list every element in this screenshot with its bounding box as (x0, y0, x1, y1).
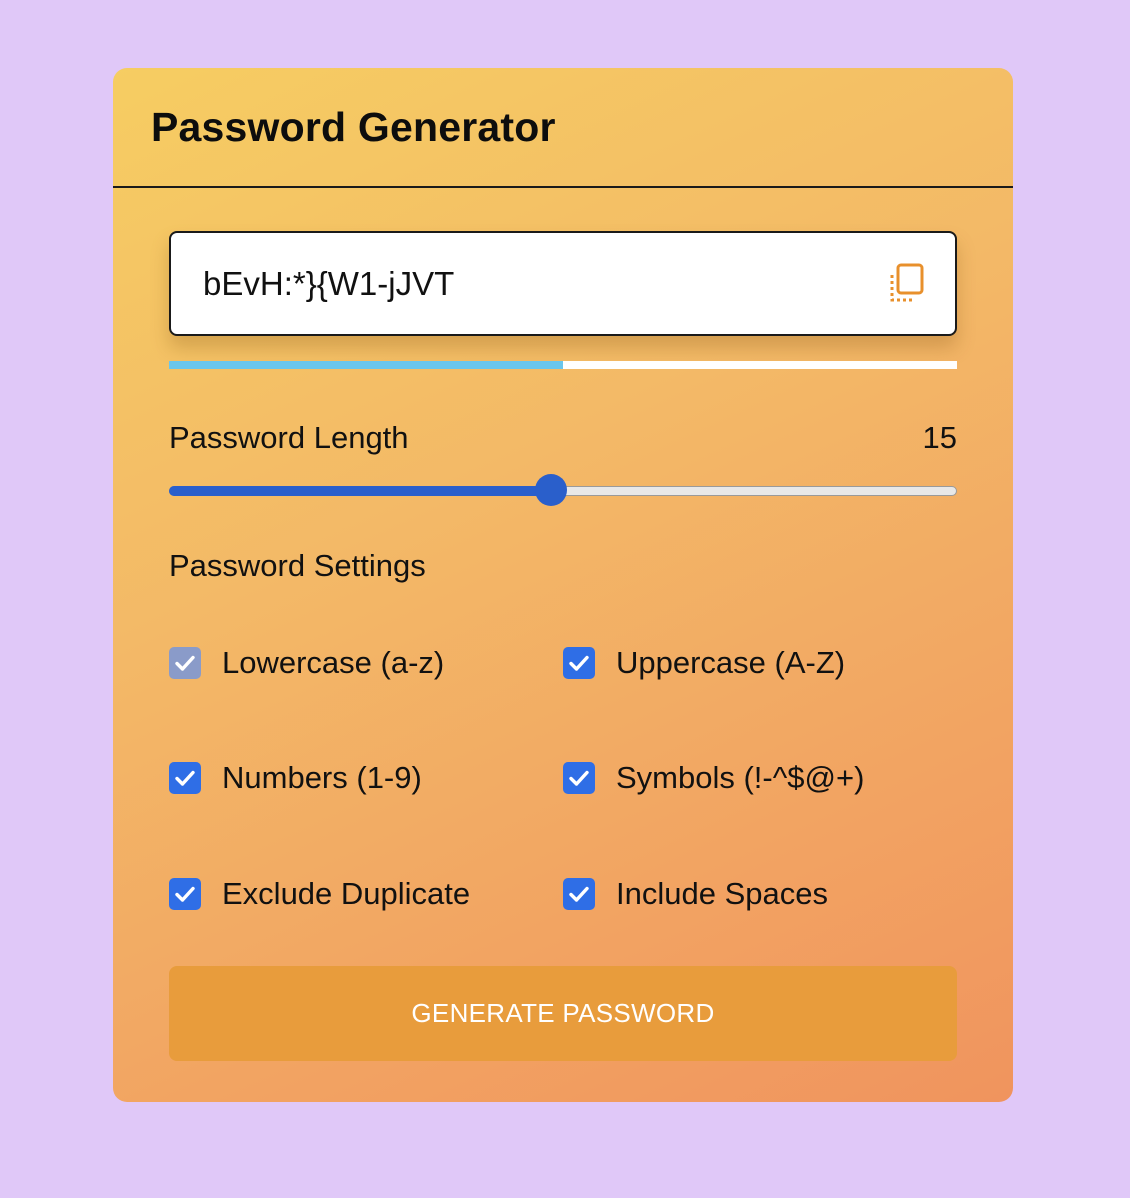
copy-icon[interactable] (887, 263, 925, 305)
checkbox-include-spaces[interactable] (563, 878, 595, 910)
generate-password-button[interactable]: GENERATE PASSWORD (169, 966, 957, 1061)
password-generator-card: Password Generator Password Length 15 Pa… (113, 68, 1013, 1102)
option-include-spaces[interactable]: Include Spaces (563, 876, 828, 912)
option-exclude-duplicate[interactable]: Exclude Duplicate (169, 876, 470, 912)
checkmark-icon (569, 655, 589, 671)
checkbox-numbers[interactable] (169, 762, 201, 794)
option-symbols-label: Symbols (!-^$@+) (616, 760, 865, 795)
checkmark-icon (175, 655, 195, 671)
option-uppercase-label: Uppercase (A-Z) (616, 645, 846, 680)
option-exclude-duplicate-label: Exclude Duplicate (222, 876, 471, 911)
checkbox-exclude-duplicate[interactable] (169, 878, 201, 910)
password-display (169, 231, 957, 336)
checkmark-icon (569, 886, 589, 902)
checkbox-lowercase[interactable] (169, 647, 201, 679)
password-strength-fill (169, 361, 563, 369)
password-length-label: Password Length (169, 420, 409, 455)
option-include-spaces-label: Include Spaces (616, 876, 828, 911)
password-strength-bar (169, 361, 957, 369)
checkmark-icon (175, 886, 195, 902)
page-title: Password Generator (151, 103, 556, 150)
option-lowercase-label: Lowercase (a-z) (222, 645, 445, 680)
checkmark-icon (569, 770, 589, 786)
checkbox-symbols[interactable] (563, 762, 595, 794)
password-settings-label: Password Settings (169, 548, 426, 583)
password-length-value: 15 (922, 420, 957, 455)
option-lowercase[interactable]: Lowercase (a-z) (169, 645, 444, 681)
password-length-row: Password Length 15 (169, 420, 957, 456)
card-header: Password Generator (113, 68, 1013, 188)
password-field[interactable] (203, 264, 887, 303)
password-length-slider[interactable] (169, 474, 957, 508)
option-symbols[interactable]: Symbols (!-^$@+) (563, 760, 864, 796)
slider-thumb[interactable] (535, 474, 568, 506)
option-uppercase[interactable]: Uppercase (A-Z) (563, 645, 845, 681)
checkmark-icon (175, 770, 195, 786)
checkbox-uppercase[interactable] (563, 647, 595, 679)
slider-fill (169, 486, 552, 496)
option-numbers-label: Numbers (1-9) (222, 760, 422, 795)
option-numbers[interactable]: Numbers (1-9) (169, 760, 422, 796)
